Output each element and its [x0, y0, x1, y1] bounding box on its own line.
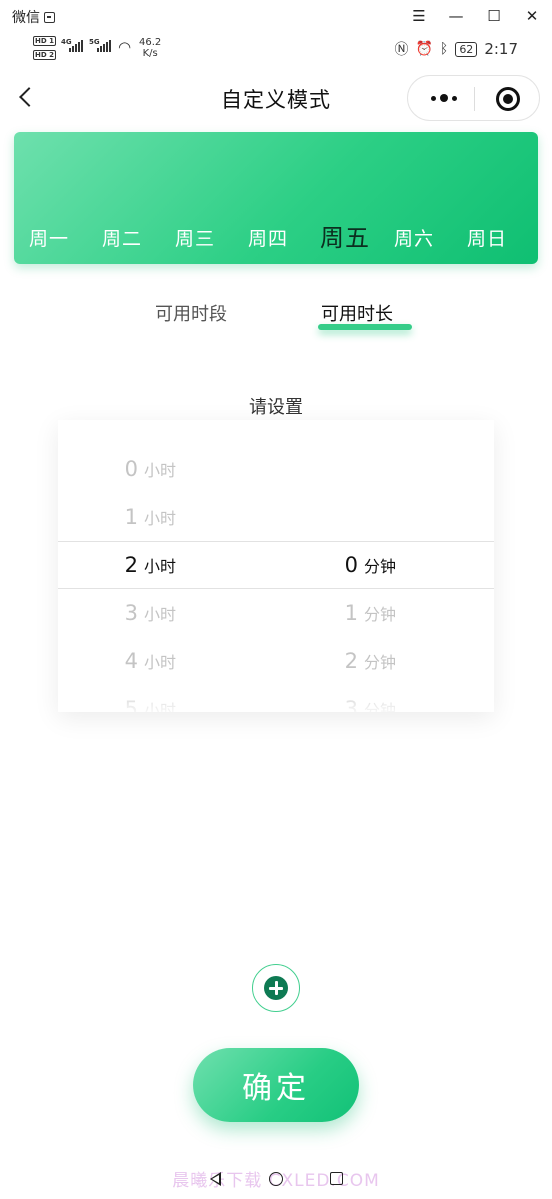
sim1-badge: HD 1	[33, 36, 56, 46]
hour-option[interactable]: 3 小时	[118, 589, 176, 637]
weekday-sat[interactable]: 周六	[394, 224, 434, 251]
hour-option[interactable]: 0 小时	[118, 445, 176, 493]
hour-column[interactable]: 0小时 1小时 2小时 3小时 4小时 5小时	[118, 420, 318, 712]
miniprogram-capsule	[407, 75, 540, 121]
network-speed-value: 46.2	[139, 37, 162, 48]
minute-option[interactable]: 2 分钟	[338, 637, 396, 685]
weekday-mon[interactable]: 周一	[29, 224, 69, 251]
alarm-icon: ⏰	[415, 41, 433, 57]
status-time: 2:17	[484, 40, 518, 58]
hour-option[interactable]: 4 小时	[118, 637, 176, 685]
app-title: 微信	[12, 7, 55, 27]
minute-option-selected[interactable]: 0 分钟	[338, 541, 396, 589]
tab-available-periods[interactable]: 可用时段	[155, 300, 227, 326]
wifi-icon: ◠	[118, 38, 132, 56]
system-home-icon[interactable]	[269, 1172, 283, 1186]
duration-picker[interactable]: 0小时 1小时 2小时 3小时 4小时 5小时 0分钟 1分钟 2分钟 3分钟	[58, 420, 494, 712]
mode-tabs: 可用时段 可用时长	[0, 300, 552, 340]
minute-column[interactable]: 0分钟 1分钟 2分钟 3分钟	[338, 420, 494, 712]
status-bar: HD 1 HD 2 4G 5G ◠ 46.2 K/s Ⓝ ⏰ ᛒ 62 2:17	[0, 34, 552, 64]
bluetooth-icon: ᛒ	[439, 41, 449, 57]
menu-icon[interactable]: ☰	[408, 6, 430, 26]
weekday-thu[interactable]: 周四	[248, 224, 288, 251]
tab-available-duration[interactable]: 可用时长	[321, 300, 393, 326]
hour-option-selected[interactable]: 2 小时	[118, 541, 176, 589]
more-options-button[interactable]	[426, 88, 462, 108]
minute-option[interactable]: 1 分钟	[338, 589, 396, 637]
network-speed-unit: K/s	[142, 48, 158, 59]
nfc-icon: Ⓝ	[394, 42, 409, 58]
system-nav-bar	[0, 1168, 552, 1192]
close-icon[interactable]: ✕	[521, 6, 543, 26]
plus-icon	[264, 976, 288, 1000]
close-miniprogram-button[interactable]	[496, 87, 520, 111]
minimize-icon[interactable]: —	[445, 6, 467, 26]
app-title-text: 微信	[12, 10, 40, 26]
signal-bars-1-icon	[69, 40, 83, 52]
confirm-button[interactable]: 确定	[193, 1048, 359, 1122]
weekday-banner: 周一 周二 周三 周四 周五 周六 周日	[14, 132, 538, 264]
battery-level: 62	[455, 41, 478, 57]
weekday-tue[interactable]: 周二	[102, 224, 142, 251]
weekday-sun[interactable]: 周日	[467, 224, 507, 251]
nav-bar: 自定义模式	[0, 72, 552, 124]
pin-window-icon[interactable]	[44, 11, 55, 23]
weekday-wed[interactable]: 周三	[175, 224, 215, 251]
picker-prompt: 请设置	[249, 397, 303, 418]
system-back-icon[interactable]	[210, 1172, 221, 1186]
status-right: Ⓝ ⏰ ᛒ 62 2:17	[394, 39, 518, 59]
signal-bars-2-icon	[97, 40, 111, 52]
picker-fade	[58, 682, 494, 712]
maximize-icon[interactable]: ☐	[483, 6, 505, 26]
weekday-fri[interactable]: 周五	[320, 218, 370, 253]
window-title-bar: 微信 ☰ — ☐ ✕	[0, 0, 552, 32]
capsule-divider	[474, 87, 475, 111]
system-recents-icon[interactable]	[330, 1172, 343, 1185]
hour-option[interactable]: 1 小时	[118, 493, 176, 541]
add-duration-button[interactable]	[252, 964, 300, 1012]
sim2-badge: HD 2	[33, 50, 56, 60]
network-speed: 46.2 K/s	[139, 37, 161, 59]
